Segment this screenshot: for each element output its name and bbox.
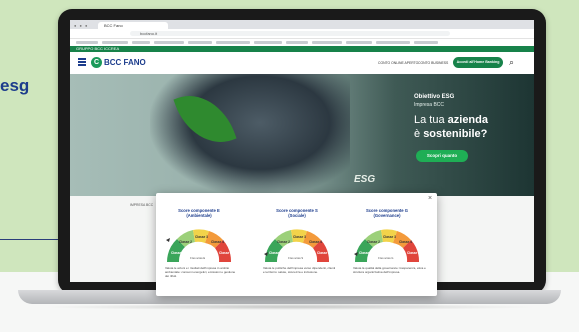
score-card-description: Valuta le politiche dell'impresa verso d… xyxy=(263,266,336,274)
bookmark-item[interactable] xyxy=(76,41,98,44)
address-bar[interactable]: bccfano.it xyxy=(130,31,450,36)
gauge-class-label: Classe 2 xyxy=(277,240,290,244)
bcc-logo-icon[interactable]: C xyxy=(91,57,102,68)
bookmark-item[interactable] xyxy=(286,41,308,44)
score-gauge-e: Classe 1 Classe 2 Classe 3 Classe 4 Clas… xyxy=(166,229,232,262)
bookmark-item[interactable] xyxy=(188,41,212,44)
hero-cta-button[interactable]: Scopri quanto xyxy=(416,150,468,162)
score-card-title: Score componente E (Ambientale) xyxy=(178,208,220,218)
bookmark-item[interactable] xyxy=(216,41,250,44)
bookmark-item[interactable] xyxy=(102,41,128,44)
hero-eyebrow: Obiettivo ESG xyxy=(414,94,455,100)
header-link-conto-online[interactable]: CONTO ONLINE APERTO xyxy=(378,61,418,65)
bookmark-item[interactable] xyxy=(376,41,410,44)
score-card-description: Valuta le azioni e i risultati dell'impr… xyxy=(165,266,236,278)
header-link-conto-business[interactable]: CONTO BUSINESS xyxy=(418,61,448,65)
score-card-title: Score componente G (Governance) xyxy=(365,208,409,218)
close-icon[interactable]: × xyxy=(428,195,432,202)
esg-label: esg xyxy=(0,76,30,95)
gauge-class-label: Classe 2 xyxy=(179,240,192,244)
gauge-class-label: Classe 5 xyxy=(407,251,420,255)
score-gauge-g: Classe 1 Classe 2 Classe 3 Classe 4 Clas… xyxy=(354,229,420,262)
bookmark-item[interactable] xyxy=(254,41,282,44)
gauge-class-label: Classe 4 xyxy=(211,240,224,244)
site-header: C BCC FANO CONTO ONLINE APERTO CONTO BUS… xyxy=(70,52,534,74)
score-card-description: Valuta la qualità della governance: tras… xyxy=(353,266,426,274)
hero-headline-line-1: La tua azienda xyxy=(414,114,488,126)
score-gauge-s: Classe 1 Classe 2 Classe 3 Classe 4 Clas… xyxy=(264,229,330,262)
gauge-class-label: Classe 4 xyxy=(309,240,322,244)
content-strip-label: IMPRESA BCC xyxy=(130,203,154,207)
gauge-class-label: Classe 5 xyxy=(317,251,330,255)
gauge-pointer-icon xyxy=(166,238,170,242)
laptop-shadow xyxy=(40,304,540,310)
gauge-center-label: Il tuo score S xyxy=(288,256,303,260)
bookmark-item[interactable] xyxy=(346,41,372,44)
gauge-class-label: Classe 1 xyxy=(269,251,282,255)
bookmark-item[interactable] xyxy=(312,41,342,44)
bookmark-item[interactable] xyxy=(154,41,184,44)
gauge-center-label: Il tuo score E xyxy=(190,256,205,260)
window-controls-icon[interactable]: ● ● ● xyxy=(74,23,88,28)
score-card-title: Score componente S (Sociale) xyxy=(276,208,318,218)
gauge-class-label: Classe 1 xyxy=(359,251,372,255)
gauge-class-label: Classe 1 xyxy=(171,251,184,255)
home-banking-button[interactable]: Accedi all'Home Banking xyxy=(453,57,503,68)
hero-subtitle: Impresa BCC xyxy=(414,102,445,108)
bookmarks-bar xyxy=(70,39,534,46)
hero-signature: ESG xyxy=(354,174,376,185)
gauge-class-label: Classe 2 xyxy=(367,240,380,244)
gauge-class-label: Classe 5 xyxy=(219,251,232,255)
gauge-class-label: Classe 3 xyxy=(195,235,208,239)
bookmark-item[interactable] xyxy=(414,41,438,44)
bookmark-item[interactable] xyxy=(132,41,150,44)
hero-headline-line-2: è sostenibile? xyxy=(414,128,488,140)
search-icon[interactable]: ⌕ xyxy=(509,57,514,68)
gauge-class-label: Classe 3 xyxy=(383,235,396,239)
gauge-class-label: Classe 3 xyxy=(293,235,306,239)
hero-person-image xyxy=(150,74,350,196)
hamburger-menu-icon[interactable] xyxy=(78,58,86,66)
gauge-center-label: Il tuo score G xyxy=(378,256,393,260)
site-logo-text[interactable]: BCC FANO xyxy=(104,58,146,67)
browser-tabbar: ● ● ● BCC Fano xyxy=(70,20,534,29)
browser-tab[interactable]: BCC Fano xyxy=(98,22,168,29)
gauge-class-label: Classe 4 xyxy=(399,240,412,244)
